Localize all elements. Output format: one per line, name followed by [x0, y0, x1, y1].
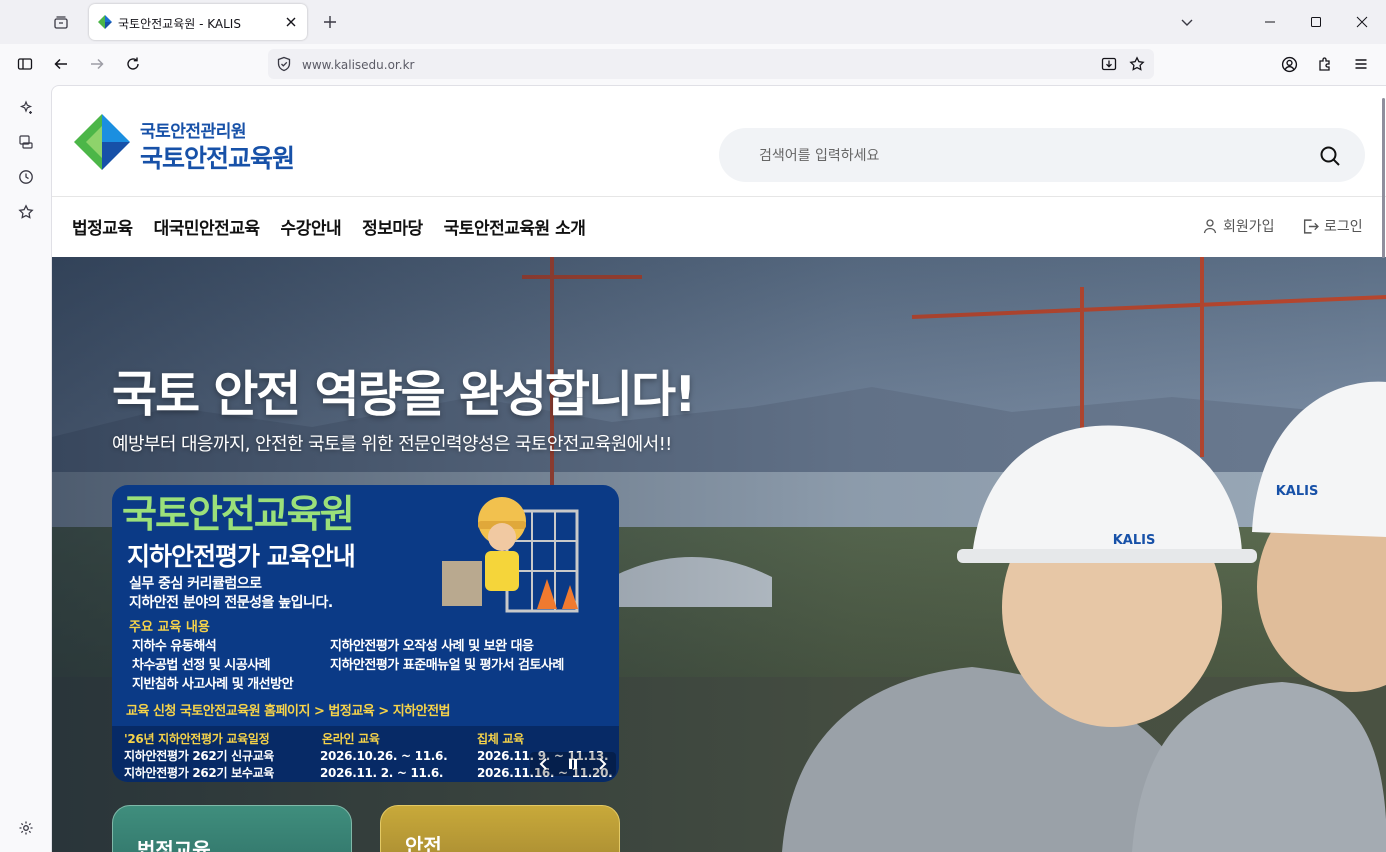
web-page: 국토안전관리원 국토안전교육원 법정교육 대국민안전교육 수강안내 정보마당 국… — [51, 85, 1386, 852]
banner-key-label: 주요 교육 내용 — [129, 620, 210, 635]
quick-card-statutory[interactable]: 법정교육 — [112, 805, 352, 852]
reload-icon[interactable] — [123, 54, 143, 74]
new-tab-icon[interactable] — [320, 12, 340, 32]
menu-icon[interactable] — [1351, 54, 1371, 74]
minimize-icon[interactable] — [1260, 12, 1280, 32]
page-scrollbar[interactable] — [1382, 98, 1385, 258]
banner-desc: 실무 중심 커리큘럼으로 지하안전 분야의 전문성을 높입니다. — [129, 576, 333, 611]
quick-card-safety[interactable]: 안전 — [380, 805, 620, 852]
account-icon[interactable] — [1279, 54, 1299, 74]
site-search — [719, 128, 1365, 184]
tab-title: 국토안전교육원 - KALIS — [118, 17, 241, 31]
maximize-icon[interactable] — [1306, 12, 1326, 32]
browser-sidebar — [0, 84, 50, 851]
quick-card-label: 안전 — [405, 834, 442, 852]
slide-next-icon[interactable] — [596, 757, 608, 771]
worker-mascot-image — [442, 497, 579, 613]
active-tab[interactable]: 국토안전교육원 - KALIS — [89, 4, 307, 40]
hero-banner: KALIS KALIS 국토 안전 역량을 완성합니다! 예방부터 대응까지, … — [52, 257, 1386, 852]
login-icon — [1303, 218, 1319, 234]
login-label: 로그인 — [1324, 219, 1363, 235]
main-navigation: 법정교육 대국민안전교육 수강안내 정보마당 국토안전교육원 소개 — [72, 214, 586, 239]
nav-item-public-safety-education[interactable]: 대국민안전교육 — [154, 214, 260, 239]
slide-pause-icon[interactable] — [567, 757, 579, 771]
header-divider — [52, 196, 1386, 197]
site-logo[interactable]: 국토안전관리원 국토안전교육원 — [72, 112, 295, 173]
window-close-icon[interactable] — [1352, 12, 1372, 32]
bookmarks-icon[interactable] — [16, 202, 36, 222]
logo-site-name: 국토안전교육원 — [140, 144, 295, 173]
nav-item-statutory-education[interactable]: 법정교육 — [72, 214, 133, 239]
slide-controls — [530, 752, 616, 776]
nav-item-course-guide[interactable]: 수강안내 — [281, 214, 342, 239]
banner-org: 국토안전교육원 — [122, 492, 355, 536]
extensions-icon[interactable] — [1315, 54, 1335, 74]
banner-items-left: 지하수 유동해석 차수공법 선정 및 시공사례 지반침하 사고사례 및 개선방안 — [132, 639, 294, 692]
kalis-logo-icon — [74, 114, 130, 170]
synced-tabs-icon[interactable] — [16, 132, 36, 152]
user-icon — [1203, 219, 1217, 234]
url-bar[interactable]: www.kalisedu.or.kr — [268, 49, 1154, 79]
forward-icon[interactable] — [87, 54, 107, 74]
notice-slide-banner[interactable]: 국토안전교육원 지하안전평가 교육안내 실무 중심 커리큘럼으로 지하안전 분야… — [112, 485, 619, 782]
signup-link[interactable]: 회원가입 — [1202, 216, 1275, 236]
search-input[interactable] — [757, 128, 1301, 184]
search-icon[interactable] — [1319, 145, 1341, 167]
banner-items-right: 지하안전평가 오작성 사례 및 보완 대응 지하안전평가 표준매뉴얼 및 평가서… — [330, 639, 564, 673]
url-text: www.kalisedu.or.kr — [302, 58, 415, 72]
bookmark-star-icon[interactable] — [1128, 55, 1146, 73]
history-icon[interactable] — [16, 167, 36, 187]
tab-bar: 국토안전교육원 - KALIS — [0, 0, 1386, 44]
helmet-logo-text: KALIS — [1113, 533, 1156, 548]
kalis-favicon-icon — [97, 14, 113, 30]
quick-card-label: 법정교육 — [137, 838, 211, 852]
tab-list-icon[interactable] — [1177, 12, 1197, 32]
helmet-logo-text-2: KALIS — [1276, 484, 1319, 499]
download-icon[interactable] — [1100, 55, 1118, 73]
banner-heading: 지하안전평가 교육안내 — [127, 542, 356, 571]
hero-subtitle: 예방부터 대응까지, 안전한 국토를 위한 전문인력양성은 국토안전교육원에서!… — [112, 434, 672, 455]
banner-apply-info: 교육 신청 국토안전교육원 홈페이지 > 법정교육 > 지하안전법 — [126, 704, 451, 719]
nav-item-about[interactable]: 국토안전교육원 소개 — [444, 214, 586, 239]
tab-group-icon[interactable] — [50, 12, 72, 32]
signup-label: 회원가입 — [1223, 219, 1275, 235]
shield-icon[interactable] — [276, 56, 292, 72]
nav-item-info-plaza[interactable]: 정보마당 — [362, 214, 423, 239]
login-link[interactable]: 로그인 — [1302, 216, 1363, 236]
close-icon[interactable] — [283, 14, 299, 30]
back-icon[interactable] — [51, 54, 71, 74]
sidebar-toggle-icon[interactable] — [15, 54, 35, 74]
settings-icon[interactable] — [16, 818, 36, 838]
ai-sparkle-icon[interactable] — [16, 98, 36, 118]
slide-prev-icon[interactable] — [538, 757, 550, 771]
hero-title: 국토 안전 역량을 완성합니다! — [112, 366, 696, 423]
